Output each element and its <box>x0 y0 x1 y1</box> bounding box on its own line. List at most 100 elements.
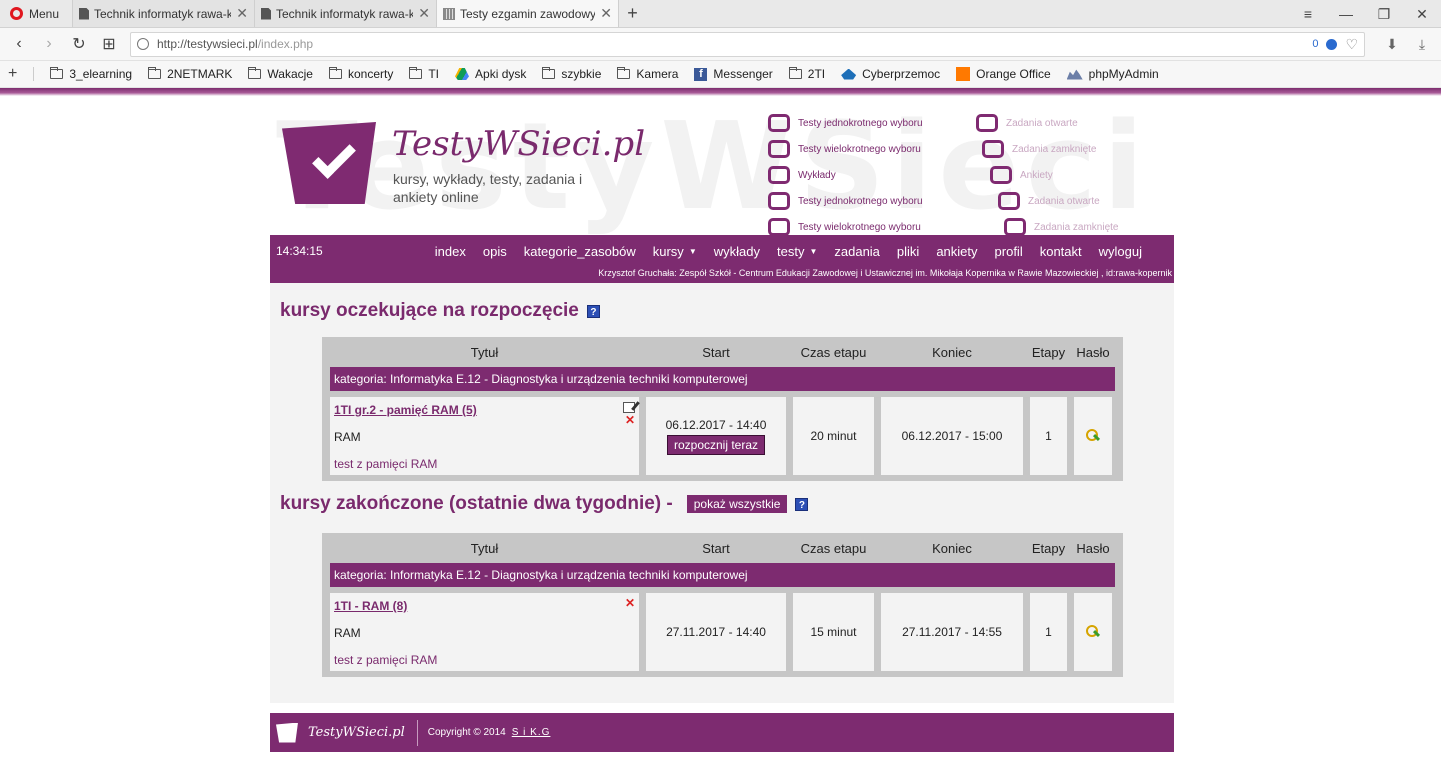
table-header-row: Tytuł Start Czas etapu Koniec Etapy Hasł… <box>330 337 1115 367</box>
table-header-row: Tytuł Start Czas etapu Koniec Etapy Hasł… <box>330 533 1115 563</box>
bookmark-item[interactable]: Orange Office <box>956 67 1051 81</box>
folder-icon <box>248 67 262 79</box>
menu-item-testy[interactable]: testy ▼ <box>777 244 817 259</box>
footer-logo-text: TestyWSieci.pl <box>308 719 418 746</box>
close-icon[interactable]: ✕ <box>236 5 248 22</box>
tab-title: Technik informatyk rawa-k <box>94 6 232 21</box>
folder-icon <box>50 67 64 79</box>
reload-icon[interactable]: ↻ <box>66 34 92 54</box>
delete-icon[interactable]: ✕ <box>625 414 635 426</box>
minimize-icon[interactable]: — <box>1327 6 1365 22</box>
edit-icon[interactable] <box>623 402 635 413</box>
delete-icon[interactable]: ✕ <box>625 597 635 609</box>
start-now-button[interactable]: rozpocznij teraz <box>666 434 766 455</box>
heart-icon[interactable]: ♡ <box>1345 36 1358 53</box>
browser-tab[interactable]: Technik informatyk rawa-k ✕ <box>72 0 254 27</box>
bookmark-item[interactable]: 2NETMARK <box>148 67 232 81</box>
menu-item-ankiety[interactable]: ankiety <box>936 244 977 259</box>
folder-icon <box>328 67 342 79</box>
menu-item-kategorie[interactable]: kategorie_zasobów <box>524 244 636 259</box>
menu-item-profil[interactable]: profil <box>995 244 1023 259</box>
menu-item-opis[interactable]: opis <box>483 244 507 259</box>
checkbox-icon <box>768 114 790 132</box>
footer-copyright: Copyright © 2014 S i K.G <box>428 727 551 738</box>
help-icon[interactable]: ? <box>795 497 809 511</box>
bookmark-item[interactable]: Kamera <box>617 67 678 81</box>
bookmark-item[interactable]: 3_elearning <box>50 67 132 81</box>
key-icon[interactable] <box>1086 429 1100 443</box>
column-header: Hasło <box>1076 540 1110 556</box>
course-duration-cell: 15 minut <box>793 593 874 671</box>
site-logo-subtitle: kursy, wykłady, testy, zadania i ankiety… <box>393 171 583 205</box>
show-all-button[interactable]: pokaż wszystkie <box>686 495 788 513</box>
feature-item: Ankiety <box>990 162 1166 188</box>
bookmark-item[interactable]: phpMyAdmin <box>1066 67 1159 81</box>
menu-item-pliki[interactable]: pliki <box>897 244 919 259</box>
feature-list-left: Testy jednokrotnego wyboru Testy wielokr… <box>768 110 978 235</box>
footer-logo-icon <box>276 722 298 743</box>
opera-logo-icon <box>10 7 23 20</box>
bookmark-label: 2TI <box>807 67 826 81</box>
bookmark-item[interactable]: 2TI <box>788 67 826 81</box>
bookmark-item[interactable]: TI <box>409 67 439 81</box>
bookmark-item[interactable]: koncerty <box>328 67 393 81</box>
menu-item-wyloguj[interactable]: wyloguj <box>1099 244 1142 259</box>
adblock-shield-icon[interactable] <box>1326 38 1338 50</box>
course-description: test z pamięci RAM <box>334 457 438 471</box>
phpmyadmin-icon <box>1066 69 1083 80</box>
finished-courses-heading: kursy zakończone (ostatnie dwa tygodnie)… <box>280 493 809 515</box>
close-window-icon[interactable]: ✕ <box>1403 6 1441 23</box>
download-arrow-icon[interactable]: ⬇ <box>1379 36 1405 53</box>
folder-icon <box>148 67 162 79</box>
adblock-count: 0 <box>1312 38 1319 50</box>
course-stages-cell: 1 <box>1030 593 1067 671</box>
menu-item-index[interactable]: index <box>435 244 466 259</box>
menu-item-kursy[interactable]: kursy ▼ <box>653 244 697 259</box>
caret-down-icon: ▼ <box>688 247 697 256</box>
menu-item-wyklady[interactable]: wykłady <box>714 244 760 259</box>
url-input[interactable]: http://testywsieci.pl/index.php 0 ♡ <box>130 31 1365 57</box>
checkbox-icon <box>1004 218 1026 235</box>
bookmark-item[interactable]: Wakacje <box>248 67 313 81</box>
course-duration-cell: 20 minut <box>793 397 874 475</box>
site-logo-title[interactable]: TestyWSieci.pl <box>392 124 645 164</box>
course-link[interactable]: 1TI gr.2 - pamięć RAM (5) <box>334 403 477 417</box>
browser-tab-active[interactable]: Testy ezgamin zawodowy ✕ <box>436 0 618 27</box>
forward-icon[interactable]: › <box>36 35 62 53</box>
feature-label: Ankiety <box>1020 169 1053 181</box>
column-header: Koniec <box>932 344 972 360</box>
feature-label: Zadania zamknięte <box>1012 143 1097 155</box>
site-banner: TestyWSieci TestyWSieci.pl kursy, wykład… <box>270 104 1174 235</box>
close-icon[interactable]: ✕ <box>600 5 612 22</box>
browser-tab[interactable]: Technik informatyk rawa-k ✕ <box>254 0 436 27</box>
course-link[interactable]: 1TI - RAM (8) <box>334 599 407 613</box>
speed-dial-icon[interactable]: ⊞ <box>96 34 122 54</box>
close-icon[interactable]: ✕ <box>418 5 430 22</box>
folder-icon <box>409 67 423 79</box>
checkbox-icon <box>768 192 790 210</box>
feature-item: Zadania zamknięte <box>982 136 1166 162</box>
key-icon[interactable] <box>1086 625 1100 639</box>
bookmark-label: 2NETMARK <box>167 67 233 81</box>
course-stages-cell: 1 <box>1030 397 1067 475</box>
bookmark-item[interactable]: Apki dysk <box>455 67 526 81</box>
tab-menu-icon[interactable]: ≡ <box>1289 6 1327 22</box>
menu-item-zadania[interactable]: zadania <box>834 244 880 259</box>
new-tab-button[interactable]: + <box>618 0 646 27</box>
opera-menu-button[interactable]: Menu <box>0 0 72 27</box>
menu-item-kontakt[interactable]: kontakt <box>1040 244 1082 259</box>
author-link[interactable]: S i K.G <box>512 727 551 738</box>
menu-label: kursy <box>652 244 684 259</box>
help-icon[interactable]: ? <box>586 304 600 318</box>
downloads-icon[interactable]: ⤓ <box>1409 36 1435 53</box>
add-bookmark-icon[interactable]: + <box>8 65 17 83</box>
orange-icon <box>956 67 971 81</box>
cyber-icon <box>841 68 857 80</box>
bookmark-item[interactable]: szybkie <box>542 67 601 81</box>
back-icon[interactable]: ‹ <box>6 35 32 53</box>
bookmark-item[interactable]: f Messenger <box>694 67 773 81</box>
page-top-accent <box>0 88 1441 96</box>
restore-icon[interactable]: ❐ <box>1365 6 1403 23</box>
bookmark-item[interactable]: Cyberprzemoc <box>841 67 940 81</box>
bookmark-label: phpMyAdmin <box>1088 67 1159 81</box>
